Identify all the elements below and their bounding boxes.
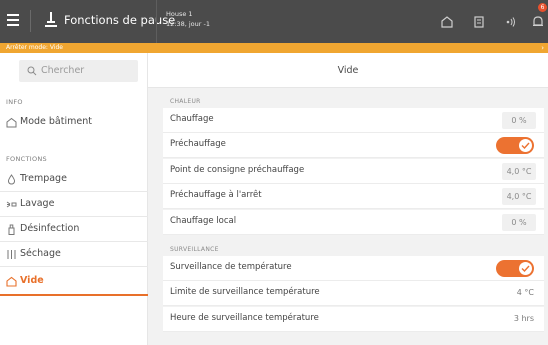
setting-label: Chauffage (170, 114, 214, 124)
house-icon (6, 117, 17, 128)
group-label-surveillance: SURVEILLANCE (170, 246, 219, 253)
setting-label: Heure de surveillance température (170, 313, 319, 323)
sidebar-item-lavage[interactable]: Lavage (0, 192, 148, 217)
sidebar-item-label: Séchage (20, 248, 61, 259)
active-item-indicator (0, 294, 148, 296)
house-icon (6, 276, 17, 287)
top-bar: Fonctions de pause House 1 12:38, jour -… (0, 0, 548, 43)
setting-label: Chauffage local (170, 216, 237, 226)
sidebar-item-label: Lavage (20, 198, 55, 209)
setting-row-surveillance-temperature: Surveillance de température (163, 256, 544, 281)
sidebar-item-label: Vide (20, 275, 44, 286)
droplet-icon (7, 174, 16, 185)
search-input[interactable]: Chercher (19, 60, 138, 82)
setting-value: 0 % (502, 214, 536, 231)
sidebar-item-desinfection[interactable]: Désinfection (0, 217, 148, 242)
setting-row-chauffage-local[interactable]: Chauffage local 0 % (163, 210, 544, 235)
setting-value: 0 % (502, 112, 536, 129)
prechauffage-toggle[interactable] (496, 137, 534, 154)
house-icon[interactable] (440, 15, 454, 29)
main-panel: Vide CHALEUR Chauffage 0 % Préchauffage … (148, 53, 548, 345)
wireless-icon[interactable] (503, 15, 517, 29)
house-name: House 1 (166, 10, 193, 18)
setting-label: Préchauffage (170, 139, 226, 149)
search-placeholder: Chercher (41, 65, 85, 76)
section-label-info: INFO (6, 98, 23, 106)
setting-value: 4,0 °C (502, 163, 536, 180)
setting-row-chauffage[interactable]: Chauffage 0 % (163, 108, 544, 133)
toggle-knob (519, 262, 532, 275)
sidebar-item-label: Mode bâtiment (20, 116, 92, 127)
setting-row-heure-surveillance[interactable]: Heure de surveillance température 3 hrs (163, 307, 544, 332)
setting-value: 3 hrs (513, 314, 534, 323)
hamburger-menu-icon[interactable] (7, 14, 19, 26)
check-icon (521, 265, 530, 272)
check-icon (521, 142, 530, 149)
drying-icon (7, 250, 16, 259)
divider (30, 10, 31, 32)
sidebar-item-sechage[interactable]: Séchage (0, 242, 148, 267)
sidebar-item-vide[interactable]: Vide (0, 269, 148, 294)
sidebar-item-trempage[interactable]: Trempage (0, 167, 148, 192)
setting-label: Point de consigne préchauffage (170, 165, 305, 175)
pause-functions-icon (45, 12, 57, 27)
sidebar-item-label: Trempage (20, 173, 67, 184)
alert-text: Arrêter mode: Vide (6, 44, 63, 51)
setting-row-limite-surveillance[interactable]: Limite de surveillance température 4 °C (163, 281, 544, 306)
toggle-knob (519, 139, 532, 152)
spray-icon (6, 201, 17, 208)
bell-icon[interactable] (531, 15, 545, 29)
setting-value: 4 °C (516, 288, 534, 297)
sidebar-item-label: Désinfection (20, 223, 80, 234)
section-label-functions: FONCTIONS (6, 155, 47, 163)
setting-label: Surveillance de température (170, 262, 292, 272)
setting-row-point-consigne[interactable]: Point de consigne préchauffage 4,0 °C (163, 159, 544, 184)
app-title: Fonctions de pause (64, 13, 176, 27)
divider (156, 0, 157, 43)
alert-bar[interactable]: Arrêter mode: Vide › (0, 43, 548, 53)
group-label-chaleur: CHALEUR (170, 98, 201, 105)
surveillance-toggle[interactable] (496, 260, 534, 277)
setting-value: 4,0 °C (502, 188, 536, 205)
setting-row-prechauffage: Préchauffage (163, 133, 544, 158)
setting-label: Limite de surveillance température (170, 287, 320, 297)
panel-header: Vide (148, 53, 548, 88)
bottle-icon (8, 224, 15, 235)
sidebar-item-mode-batiment[interactable]: Mode bâtiment (0, 110, 148, 135)
sidebar: Chercher INFO Mode bâtiment FONCTIONS Tr… (0, 53, 148, 345)
notification-badge: 6 (538, 3, 547, 12)
chevron-right-icon: › (541, 44, 544, 52)
setting-label: Préchauffage à l'arrêt (170, 190, 262, 200)
setting-row-prechauffage-arret[interactable]: Préchauffage à l'arrêt 4,0 °C (163, 184, 544, 209)
house-time: 12:38, jour -1 (166, 20, 210, 28)
document-icon[interactable] (472, 15, 486, 29)
search-icon (27, 66, 37, 76)
page-title: Vide (337, 65, 359, 76)
